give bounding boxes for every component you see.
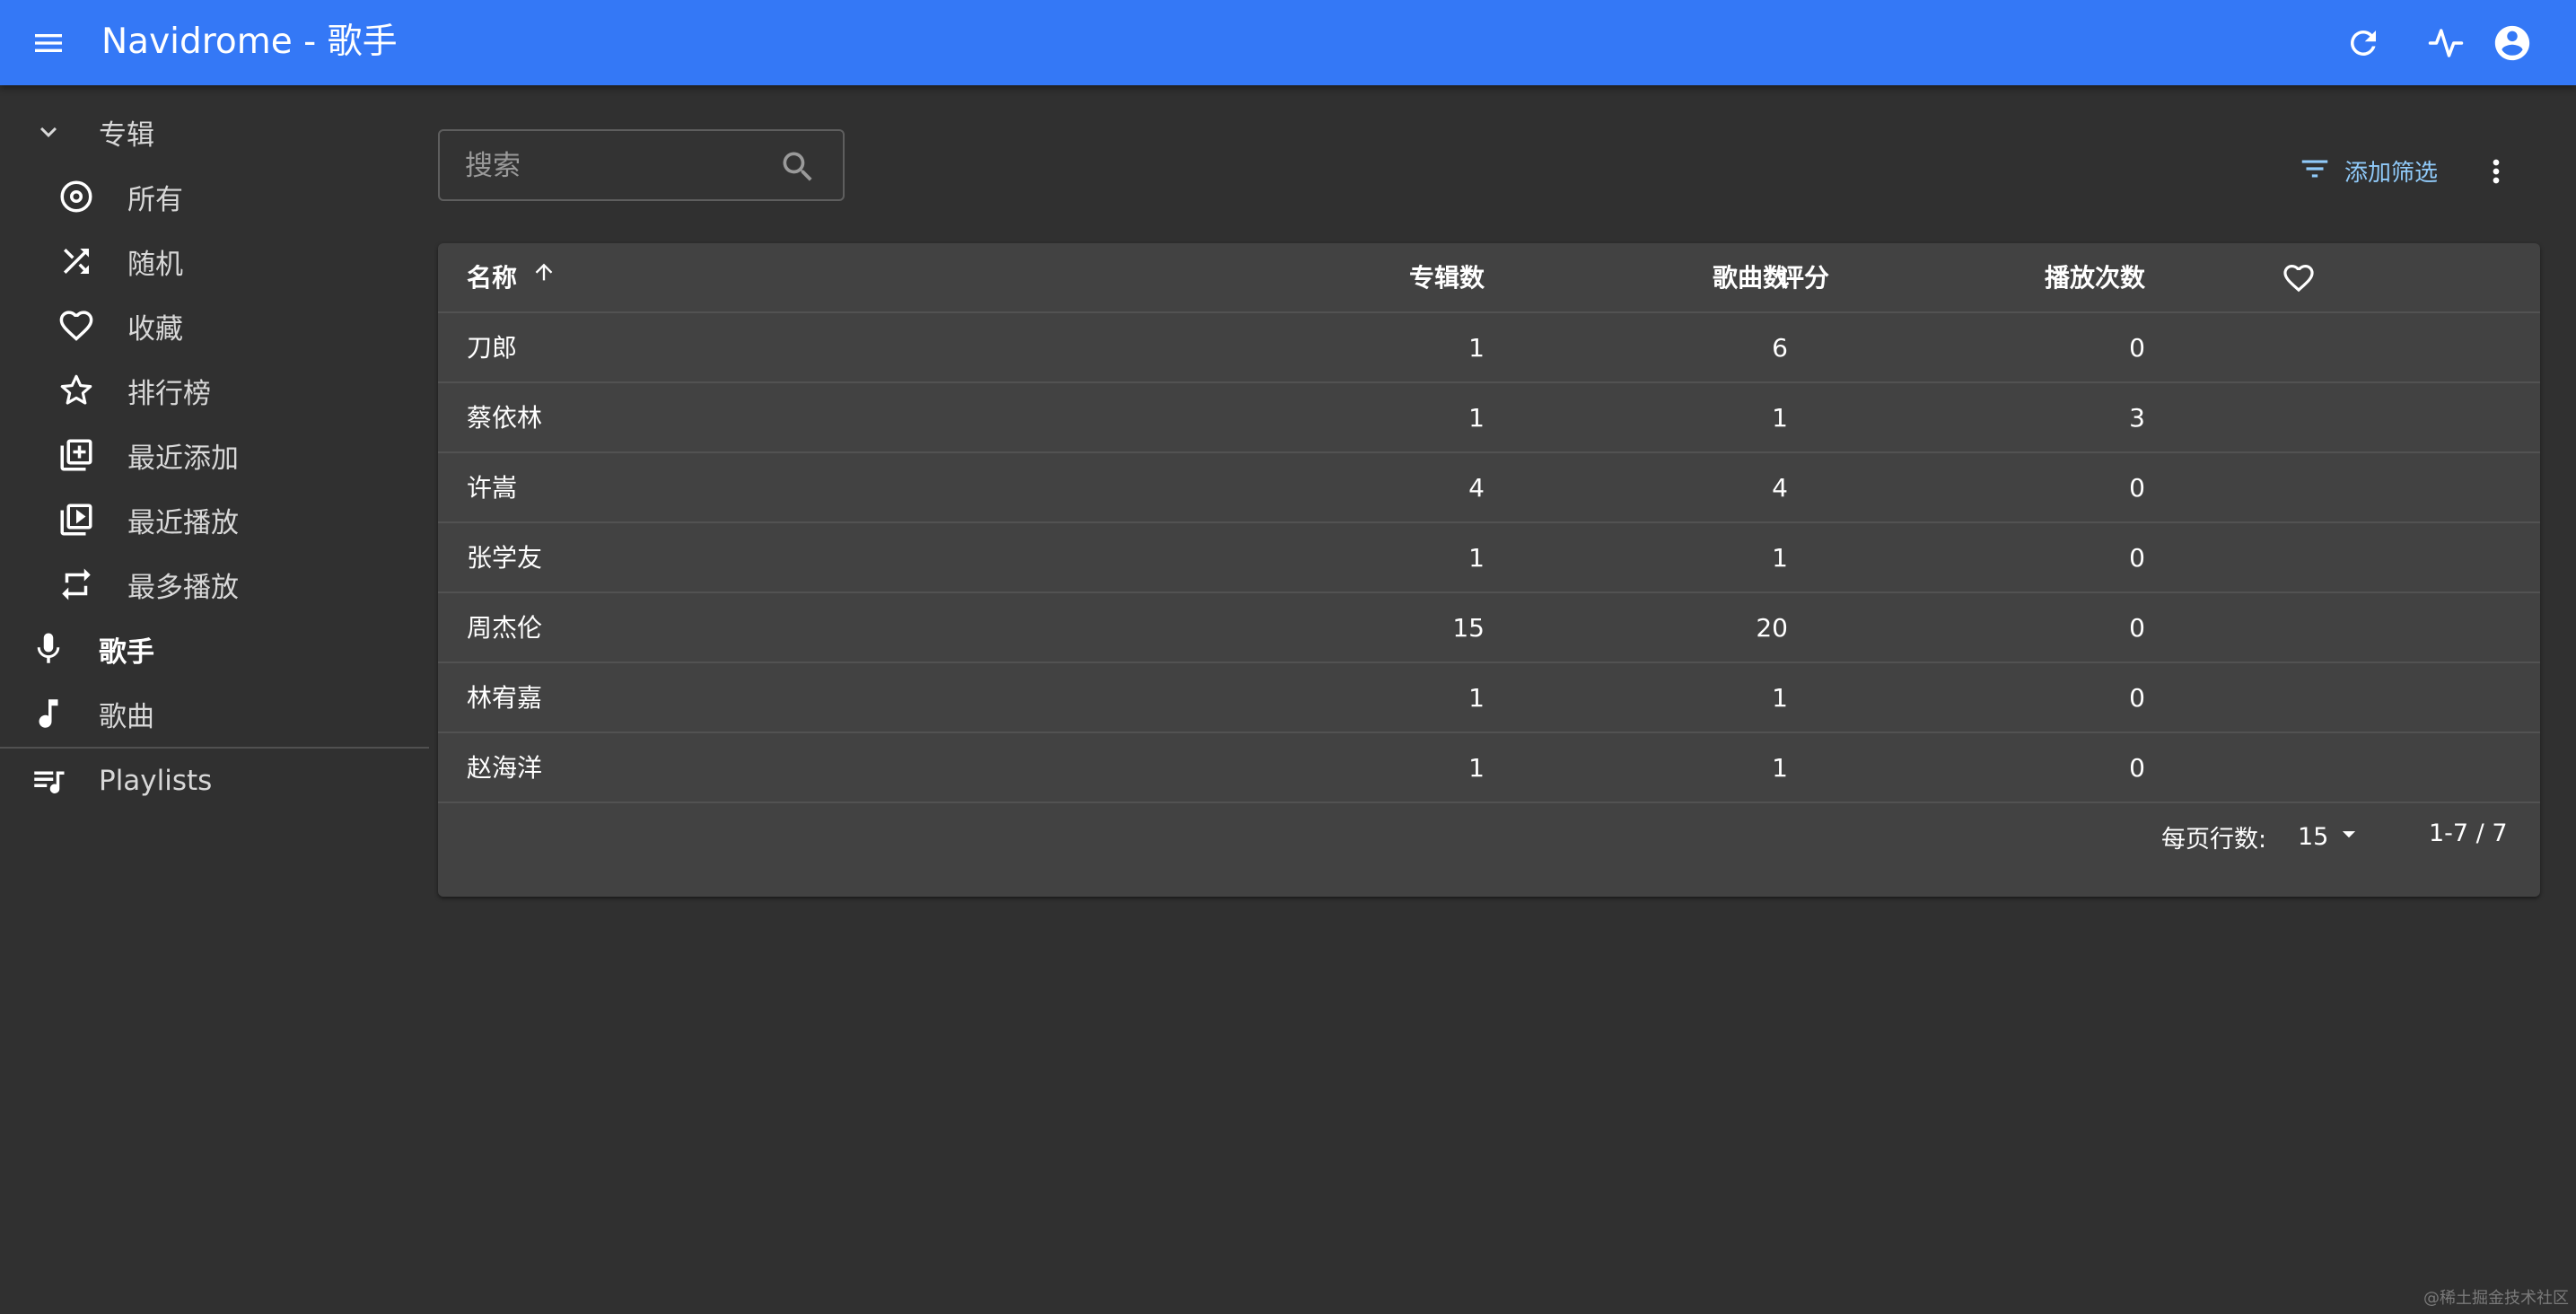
account-icon[interactable] — [2490, 21, 2535, 66]
sidebar-item-label: 最近添加 — [127, 442, 239, 475]
table-row[interactable]: 张学友 1 1 0 — [438, 523, 2540, 593]
play-count: 0 — [2129, 333, 2145, 363]
play-count: 0 — [2129, 543, 2145, 573]
artists-table: 名称 专辑数 歌曲数 播放次数 评分 刀郎 1 6 0 蔡依林 1 1 3 许嵩… — [438, 243, 2540, 897]
table-row[interactable]: 赵海洋 1 1 0 — [438, 733, 2540, 803]
library-play-icon — [56, 499, 97, 540]
column-header-rating[interactable]: 评分 — [1779, 243, 1829, 313]
search-input[interactable] — [463, 144, 759, 188]
sidebar-item-label: 随机 — [127, 248, 183, 281]
table-row[interactable]: 蔡依林 1 1 3 — [438, 383, 2540, 453]
menu-icon[interactable] — [27, 22, 70, 65]
artist-name: 张学友 — [467, 543, 543, 573]
star-icon — [56, 370, 97, 411]
sidebar-item-most-played[interactable]: 最多播放 — [0, 556, 429, 613]
artist-name: 周杰伦 — [467, 613, 543, 643]
play-count: 3 — [2129, 403, 2145, 433]
table-row[interactable]: 林宥嘉 1 1 0 — [438, 663, 2540, 733]
sidebar-item-label: 排行榜 — [127, 377, 211, 410]
table-row[interactable]: 周杰伦 15 20 0 — [438, 593, 2540, 663]
sidebar-item-label: 专辑 — [99, 118, 154, 152]
add-filter-button[interactable]: 添加筛选 — [2298, 149, 2438, 192]
album-count: 1 — [1468, 683, 1485, 713]
disc-icon — [56, 176, 97, 217]
sidebar-item-playlists[interactable]: Playlists — [0, 752, 429, 810]
column-header-albums[interactable]: 专辑数 — [1066, 243, 1485, 313]
play-count: 0 — [2129, 613, 2145, 643]
rows-per-page-select[interactable]: 15 — [2298, 814, 2364, 859]
shuffle-icon — [56, 241, 97, 282]
sidebar-item-label: 最近播放 — [127, 506, 239, 539]
refresh-icon[interactable] — [2341, 21, 2386, 66]
artist-name: 赵海洋 — [467, 753, 543, 783]
heart-icon — [56, 305, 97, 346]
queue-music-icon — [28, 760, 69, 802]
search-icon[interactable] — [778, 147, 818, 187]
table-row[interactable]: 刀郎 1 6 0 — [438, 313, 2540, 383]
sidebar: 专辑 所有 随机 收藏 排行榜 最近添加 最近播放 最多播放 歌手 歌曲 Pla… — [0, 85, 429, 1314]
sidebar-item-label: 最多播放 — [127, 571, 239, 604]
music-note-icon — [28, 693, 69, 734]
search-field — [438, 129, 845, 201]
sidebar-item-label: Playlists — [99, 765, 213, 797]
filter-icon — [2298, 152, 2332, 189]
album-count: 4 — [1468, 473, 1485, 503]
app-bar: Navidrome - 歌手 — [0, 0, 2576, 85]
sidebar-item-random[interactable]: 随机 — [0, 232, 429, 290]
sidebar-divider — [0, 747, 429, 749]
mic-icon — [28, 628, 69, 670]
pagination-range: 1-7 / 7 — [2429, 819, 2508, 847]
chevron-down-icon — [28, 111, 69, 153]
sidebar-item-all[interactable]: 所有 — [0, 168, 429, 225]
album-count: 1 — [1468, 403, 1485, 433]
page-title: Navidrome - 歌手 — [101, 22, 398, 62]
play-count: 0 — [2129, 473, 2145, 503]
play-count: 0 — [2129, 683, 2145, 713]
sidebar-item-label: 收藏 — [127, 312, 183, 346]
sidebar-item-recently-played[interactable]: 最近播放 — [0, 491, 429, 548]
rows-per-page-value: 15 — [2298, 822, 2329, 851]
play-count: 0 — [2129, 753, 2145, 783]
library-add-icon — [56, 434, 97, 476]
column-header-plays[interactable]: 播放次数 — [1695, 243, 2145, 313]
table-header-row: 名称 专辑数 歌曲数 播放次数 评分 — [438, 243, 2540, 313]
sidebar-item-top-rated[interactable]: 排行榜 — [0, 362, 429, 419]
watermark: @稀土掘金技术社区 — [2423, 1289, 2569, 1308]
album-count: 1 — [1468, 753, 1485, 783]
sidebar-item-label: 歌手 — [99, 635, 154, 669]
artist-name: 许嵩 — [467, 473, 518, 503]
sidebar-item-label: 歌曲 — [99, 700, 154, 733]
artist-name: 林宥嘉 — [467, 683, 543, 713]
album-count: 15 — [1452, 613, 1485, 643]
table-row[interactable]: 许嵩 4 4 0 — [438, 453, 2540, 523]
sidebar-group-albums[interactable]: 专辑 — [0, 103, 429, 161]
caret-down-icon — [2334, 819, 2364, 855]
rows-per-page-label: 每页行数: — [2161, 826, 2267, 854]
album-count: 1 — [1468, 543, 1485, 573]
sidebar-item-recently-added[interactable]: 最近添加 — [0, 426, 429, 484]
column-header-name[interactable]: 名称 — [467, 243, 556, 313]
sidebar-item-favorites[interactable]: 收藏 — [0, 297, 429, 355]
activity-icon[interactable] — [2423, 21, 2468, 66]
heart-icon[interactable] — [2282, 261, 2316, 295]
sidebar-item-artists[interactable]: 歌手 — [0, 620, 429, 678]
sidebar-item-label: 所有 — [127, 183, 183, 216]
more-options-icon[interactable] — [2475, 151, 2517, 192]
add-filter-label: 添加筛选 — [2344, 159, 2439, 187]
sidebar-item-songs[interactable]: 歌曲 — [0, 685, 429, 742]
artist-name: 刀郎 — [467, 333, 518, 363]
repeat-icon — [56, 564, 97, 605]
album-count: 1 — [1468, 333, 1485, 363]
pagination: 每页行数: 15 1-7 / 7 — [438, 810, 2540, 864]
arrow-up-icon — [531, 243, 556, 311]
artist-name: 蔡依林 — [467, 403, 543, 433]
